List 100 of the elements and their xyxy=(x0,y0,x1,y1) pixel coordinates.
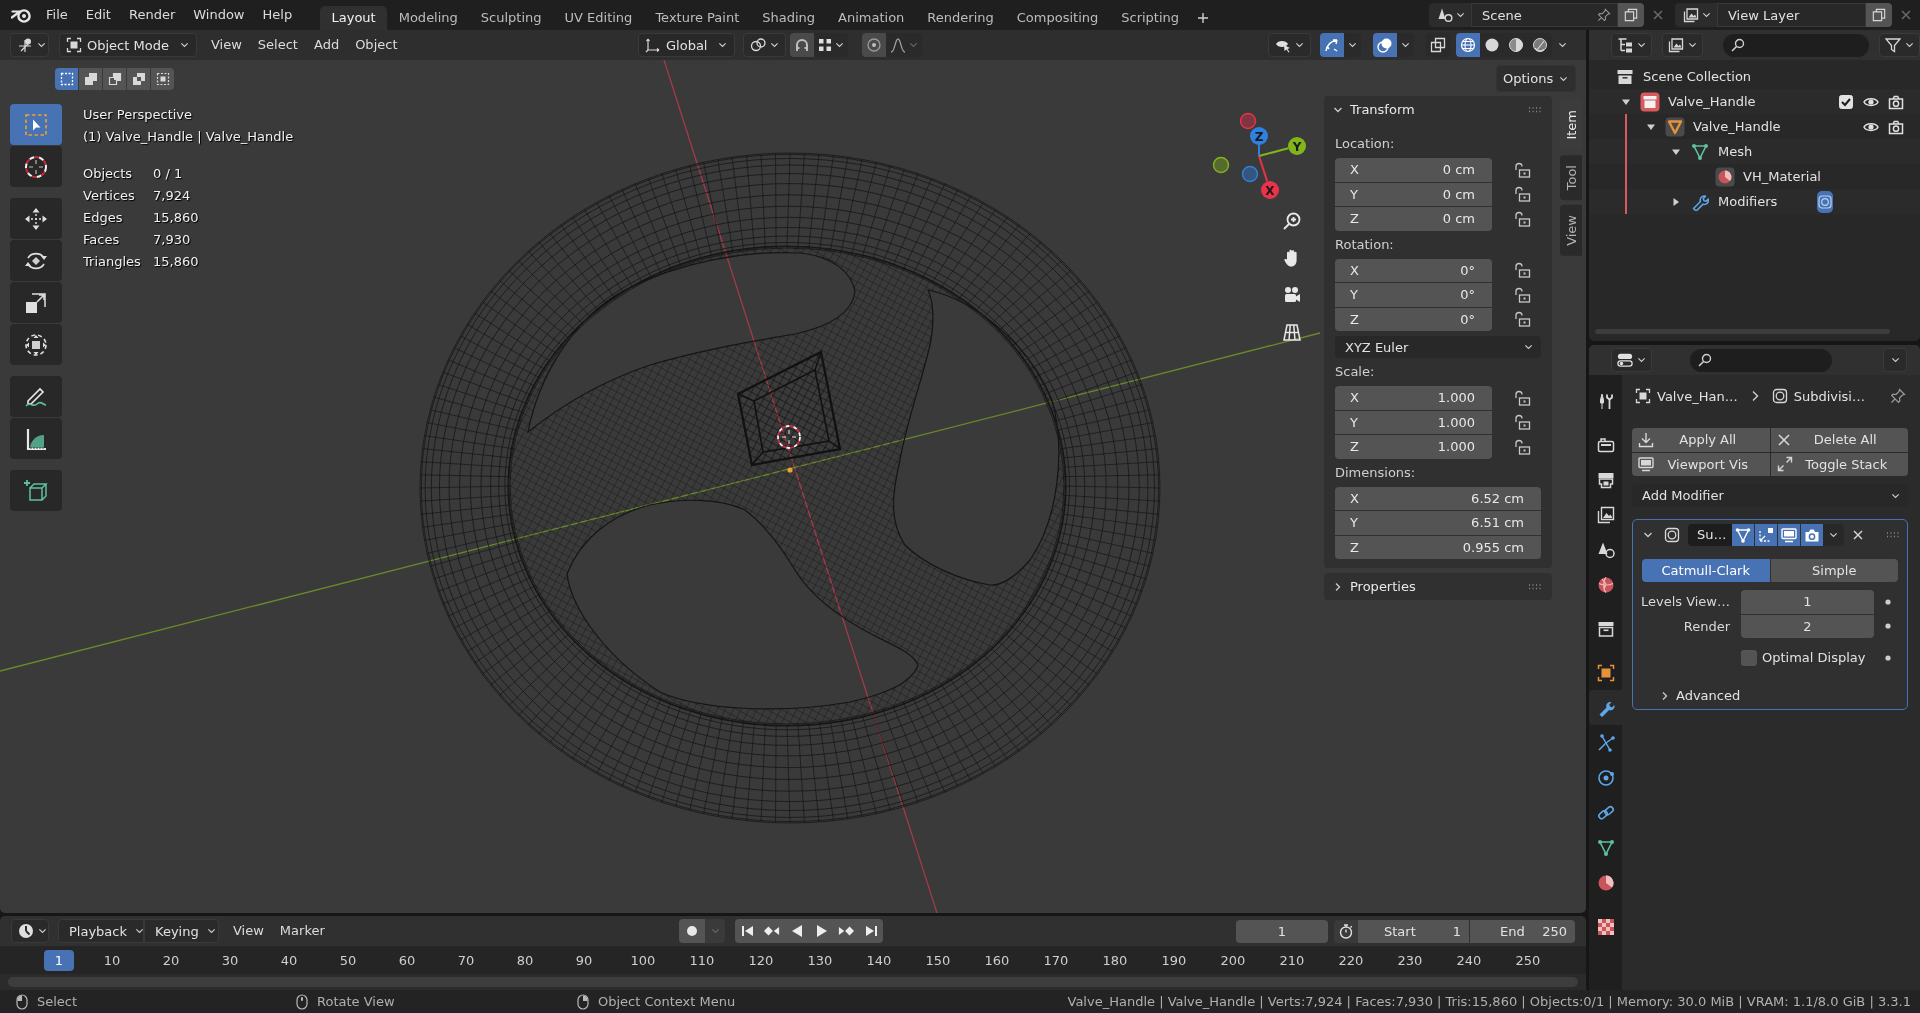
number-field[interactable]: Z 1.000 xyxy=(1335,435,1492,459)
number-field[interactable]: Z 0.955 cm xyxy=(1335,535,1541,559)
lock-icon[interactable] xyxy=(1514,262,1532,279)
pin-icon[interactable] xyxy=(1597,8,1611,22)
menu-dropdown[interactable]: Keying xyxy=(144,919,219,943)
visibility-dropdown[interactable] xyxy=(1268,33,1311,57)
lock-icon[interactable] xyxy=(1514,210,1532,227)
editor-type-button[interactable] xyxy=(10,33,49,57)
end-frame-field[interactable]: End 250 xyxy=(1470,919,1575,943)
search-field[interactable] xyxy=(1723,33,1869,57)
subdivision-type-tab[interactable]: Simple xyxy=(1770,559,1898,582)
add-icon[interactable] xyxy=(1196,12,1209,24)
copy-button[interactable] xyxy=(1866,3,1892,27)
rotation-mode-dropdown[interactable]: XYZ Euler xyxy=(1335,336,1541,358)
subpanel-header[interactable]: Advanced xyxy=(1660,684,1907,707)
menu-item[interactable]: Object xyxy=(347,33,406,57)
number-field[interactable]: 1 xyxy=(1741,590,1874,614)
sidebar-tab[interactable]: Tool xyxy=(1560,154,1582,200)
number-field[interactable]: 2 xyxy=(1741,614,1874,638)
preview-range-toggle[interactable] xyxy=(1334,919,1358,943)
keyframe-dot-icon[interactable] xyxy=(1884,653,1892,662)
zoom-icon[interactable] xyxy=(1282,211,1302,231)
workspace-tab[interactable]: UV Editing xyxy=(553,6,644,30)
axis-bubble-icon[interactable] xyxy=(1241,165,1259,183)
view-layer-name-field[interactable]: View Layer xyxy=(1717,3,1866,27)
axis-handle[interactable]: Z xyxy=(1250,127,1268,145)
shading-button[interactable] xyxy=(1528,33,1552,57)
grip-icon[interactable] xyxy=(1528,583,1542,590)
snap-toggle[interactable] xyxy=(790,33,814,57)
filter-dropdown[interactable] xyxy=(1879,33,1920,57)
panel-header[interactable]: Properties xyxy=(1324,573,1552,600)
logo-icon[interactable] xyxy=(11,6,33,24)
menu-item[interactable]: Help xyxy=(253,3,302,27)
shading-button[interactable] xyxy=(1480,33,1504,57)
select-mode-button[interactable] xyxy=(79,68,102,90)
select-mode-button[interactable] xyxy=(103,68,126,90)
workspace-tab[interactable]: Animation xyxy=(826,6,916,30)
select-mode-button[interactable] xyxy=(55,68,78,90)
tool-button[interactable] xyxy=(10,198,62,239)
tool-button[interactable] xyxy=(10,282,62,323)
modifier-toggle[interactable] xyxy=(1755,523,1777,546)
sidebar-tab[interactable]: View xyxy=(1560,204,1582,256)
menu-item[interactable]: Render xyxy=(119,3,185,27)
keyframe-dot-icon[interactable] xyxy=(1884,622,1892,631)
number-field[interactable]: Y 6.51 cm xyxy=(1335,511,1541,535)
lock-icon[interactable] xyxy=(1514,161,1532,178)
search-field[interactable] xyxy=(1690,348,1832,372)
action-button[interactable]: Viewport Vis xyxy=(1632,452,1770,476)
number-field[interactable]: Y 0 cm xyxy=(1335,182,1492,206)
properties-tab[interactable] xyxy=(1589,690,1622,725)
number-field[interactable]: Y 1.000 xyxy=(1335,410,1492,434)
menu-item[interactable]: Edit xyxy=(76,3,120,27)
lock-icon[interactable] xyxy=(1514,186,1532,203)
number-field[interactable]: X 0° xyxy=(1335,258,1492,282)
grip-icon[interactable] xyxy=(1886,531,1900,538)
tree-item-label[interactable]: Scene Collection xyxy=(1643,69,1752,84)
xray-toggle[interactable] xyxy=(1426,33,1450,57)
menu-item[interactable]: Select xyxy=(249,33,306,57)
tree-item-label[interactable]: VH_Material xyxy=(1743,169,1821,184)
display-mode-dropdown[interactable] xyxy=(1662,33,1703,57)
workspace-tab[interactable]: Layout xyxy=(320,6,388,30)
tool-button[interactable] xyxy=(10,146,62,187)
number-field[interactable]: X 6.52 cm xyxy=(1335,486,1541,510)
workspace-tab[interactable]: Sculpting xyxy=(469,6,554,30)
perspective-grid-icon[interactable] xyxy=(1282,322,1302,342)
modifier-toggle[interactable] xyxy=(1778,523,1800,546)
grip-icon[interactable] xyxy=(1528,106,1542,113)
menu-dropdown[interactable]: Playback xyxy=(58,919,144,943)
movie-camera-icon[interactable] xyxy=(1282,285,1302,305)
axis-handle[interactable]: X xyxy=(1261,181,1279,199)
menu-item[interactable]: Add xyxy=(305,33,348,57)
number-field[interactable]: X 1.000 xyxy=(1335,386,1492,410)
scene-name-field[interactable]: Scene xyxy=(1471,3,1618,27)
panel-header[interactable]: Transform xyxy=(1324,96,1552,123)
copy-button[interactable] xyxy=(1618,3,1644,27)
menu-item[interactable]: View xyxy=(203,33,250,57)
select-mode-button[interactable] xyxy=(151,68,174,90)
start-frame-field[interactable]: Start 1 xyxy=(1358,919,1469,943)
keyframe-dot-icon[interactable] xyxy=(1884,597,1892,606)
menu-item[interactable]: File xyxy=(37,3,77,27)
pivot-dropdown[interactable] xyxy=(743,33,786,57)
action-button[interactable]: Toggle Stack xyxy=(1770,452,1908,476)
pin-icon[interactable] xyxy=(1890,388,1906,404)
number-field[interactable]: Z 0° xyxy=(1335,307,1492,331)
camera-icon[interactable] xyxy=(1887,118,1904,135)
workspace-tab[interactable]: Rendering xyxy=(915,6,1006,30)
tree-item-label[interactable]: Modifiers xyxy=(1718,194,1778,209)
current-frame-field[interactable]: 1 xyxy=(1236,919,1328,943)
tool-button[interactable] xyxy=(10,240,62,281)
tool-button[interactable] xyxy=(10,376,62,417)
proportional-editing-toggle[interactable] xyxy=(862,33,886,57)
jump-end-button[interactable] xyxy=(858,919,883,943)
workspace-tab[interactable]: Shading xyxy=(750,6,827,30)
checkbox[interactable] xyxy=(1838,94,1853,109)
shading-button[interactable] xyxy=(1456,33,1480,57)
add-modifier-dropdown[interactable]: Add Modifier xyxy=(1632,484,1908,507)
modifier-name-field[interactable]: Su… xyxy=(1688,523,1732,546)
tree-item-label[interactable]: Mesh xyxy=(1718,144,1753,159)
lock-icon[interactable] xyxy=(1514,389,1532,406)
snap-target-dropdown[interactable] xyxy=(814,33,848,57)
